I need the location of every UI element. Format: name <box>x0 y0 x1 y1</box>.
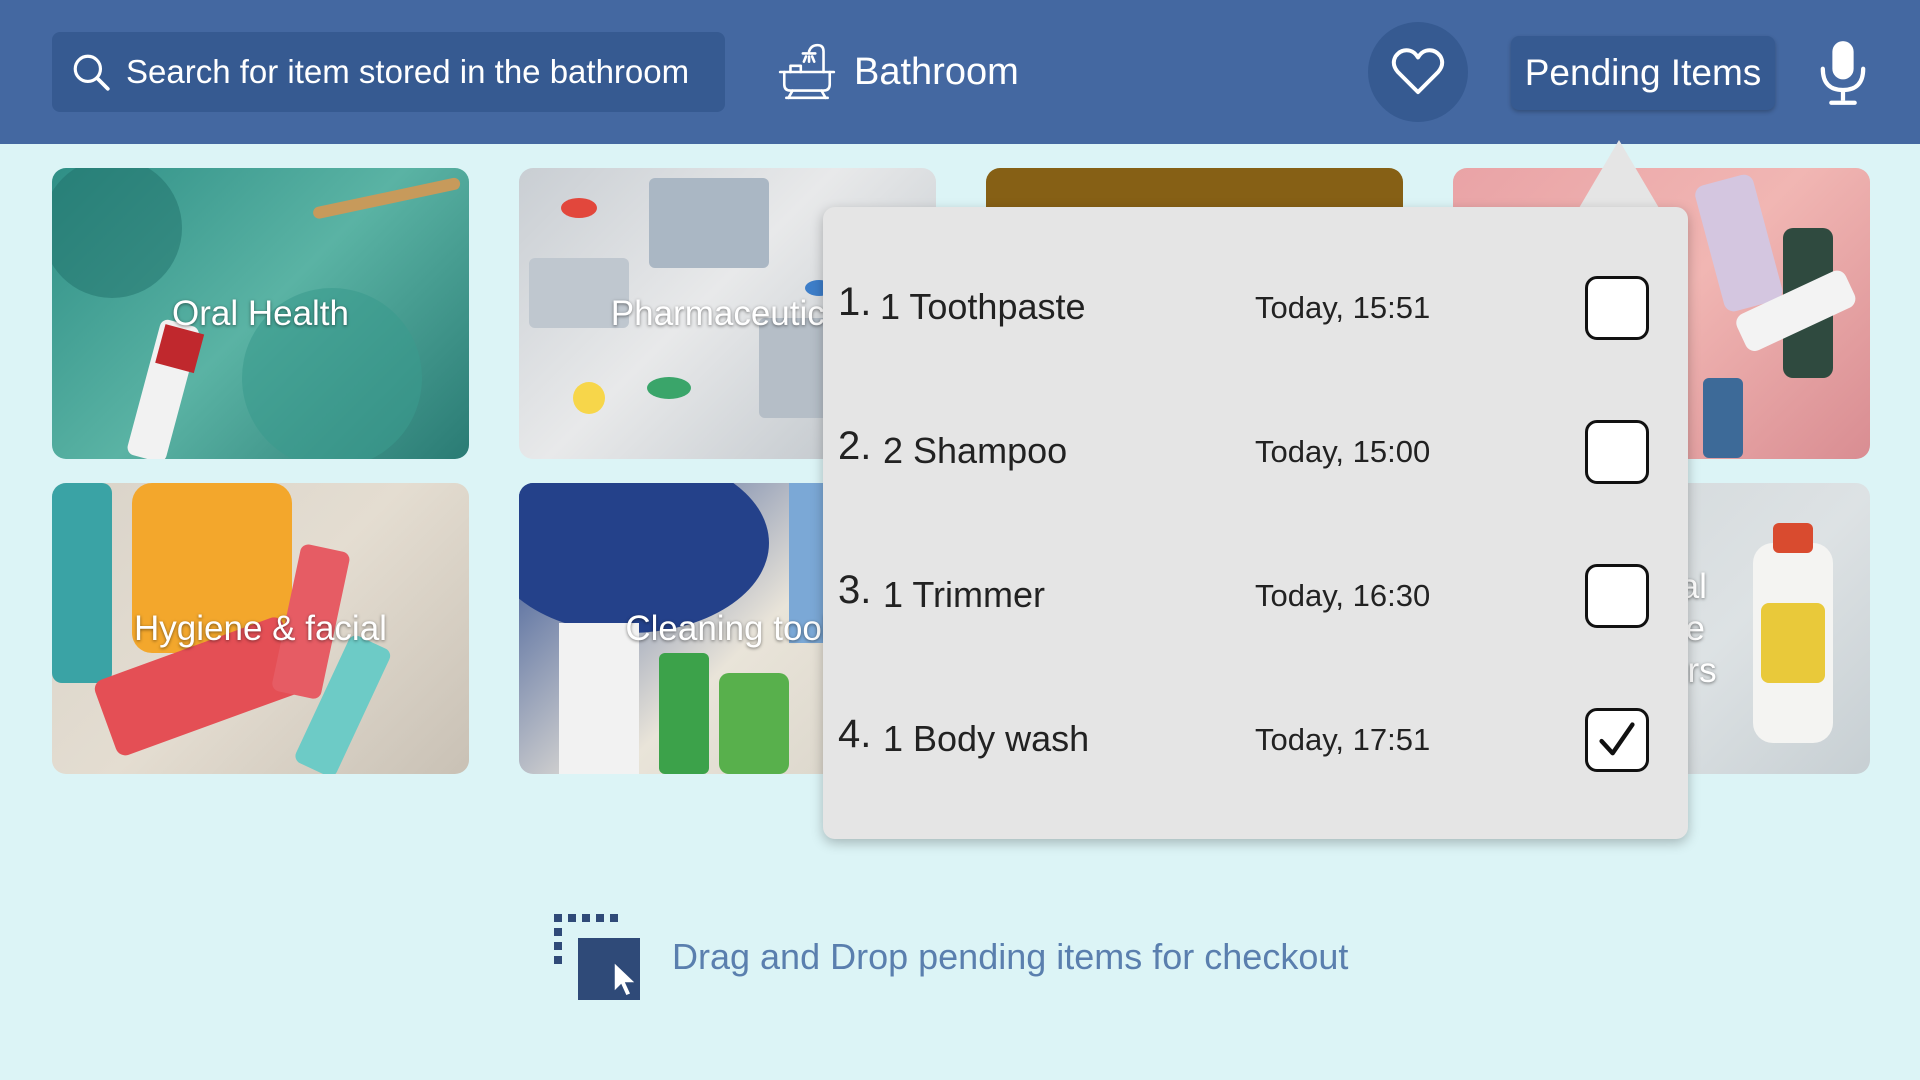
item-checkbox[interactable] <box>1585 420 1649 484</box>
drag-drop-icon <box>554 914 640 1000</box>
drag-drop-hint-text: Drag and Drop pending items for checkout <box>672 936 1349 977</box>
pending-items-dropdown: 1. 1 Toothpaste Today, 15:51 2. 2 Shampo… <box>823 207 1688 839</box>
item-time: Today, 15:00 <box>1255 434 1431 469</box>
drag-drop-hint: Drag and Drop pending items for checkout <box>552 912 1348 1002</box>
item-checkbox[interactable] <box>1585 564 1649 628</box>
item-number: 4. <box>838 712 872 756</box>
item-time: Today, 17:51 <box>1255 722 1431 757</box>
item-checkbox[interactable] <box>1585 708 1649 772</box>
item-name: 1 Body wash <box>883 718 1090 759</box>
pending-item-row[interactable]: 1. 1 Toothpaste Today, 15:51 <box>823 264 1688 344</box>
item-checkbox[interactable] <box>1585 276 1649 340</box>
dropdown-caret <box>1579 140 1659 208</box>
item-number: 2. <box>838 424 872 468</box>
item-number: 1. <box>838 280 872 324</box>
bathtub-icon <box>778 43 836 100</box>
search-placeholder: Search for item stored in the bathroom <box>126 53 690 90</box>
top-bar: Search for item stored in the bathroom B… <box>0 0 1920 144</box>
search-icon <box>73 54 110 91</box>
heart-icon <box>1391 48 1445 95</box>
item-number: 3. <box>838 568 872 612</box>
pending-item-row[interactable]: 4. 1 Body wash Today, 17:51 <box>823 696 1688 776</box>
search-field[interactable]: Search for item stored in the bathroom <box>52 32 725 112</box>
checkmark-icon <box>1599 722 1635 756</box>
favorites-button[interactable] <box>1368 22 1468 122</box>
pending-item-row[interactable]: 2. 2 Shampoo Today, 15:00 <box>823 408 1688 488</box>
item-name: 2 Shampoo <box>883 430 1068 471</box>
category-label: Oral Health <box>171 293 350 333</box>
microphone-icon <box>1820 41 1866 105</box>
item-name: 1 Trimmer <box>883 574 1045 615</box>
pending-item-row[interactable]: 3. 1 Trimmer Today, 16:30 <box>823 552 1688 632</box>
category-tile-oral-health[interactable]: Oral Health <box>52 168 469 459</box>
pending-items-button[interactable]: Pending Items <box>1511 36 1775 110</box>
location-label: Bathroom <box>854 50 1019 93</box>
category-tile-hygiene-facial[interactable]: Hygiene & facial <box>52 483 469 774</box>
voice-search-button[interactable] <box>1812 38 1874 108</box>
item-name: 1 Toothpaste <box>880 286 1086 327</box>
item-time: Today, 15:51 <box>1255 290 1431 325</box>
item-time: Today, 16:30 <box>1255 578 1431 613</box>
category-label: Hygiene & facial <box>134 608 387 648</box>
location-selector[interactable]: Bathroom <box>776 40 1019 104</box>
